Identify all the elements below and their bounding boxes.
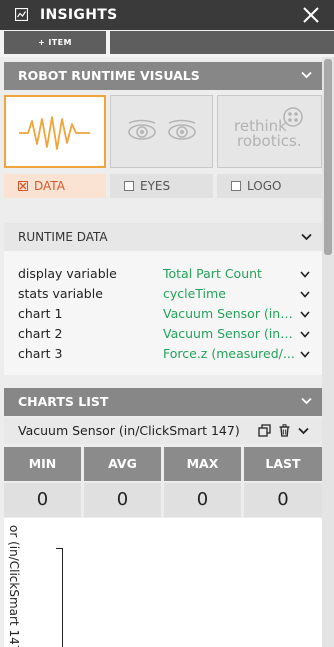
stat-value-last: 0 bbox=[244, 483, 322, 517]
window-title: INSIGHTS bbox=[40, 7, 118, 23]
runtime-key: chart 1 bbox=[18, 306, 63, 321]
runtime-row[interactable]: chart 2 Vacuum Sensor (in/ClickSmart 147… bbox=[4, 324, 322, 344]
checkbox-icon[interactable] bbox=[231, 181, 241, 191]
chevron-down-icon[interactable] bbox=[301, 397, 312, 405]
chevron-down-icon[interactable] bbox=[300, 271, 310, 278]
rethink-robotics-logo: rethink robotics. bbox=[234, 107, 303, 150]
chevron-down-icon[interactable] bbox=[301, 71, 312, 79]
robot-runtime-visuals-header[interactable]: ROBOT RUNTIME VISUALS bbox=[4, 62, 322, 90]
chevron-down-icon[interactable] bbox=[300, 331, 310, 338]
stat-header-max: MAX bbox=[164, 447, 241, 481]
copy-icon[interactable] bbox=[258, 424, 271, 437]
visual-checkbox-eyes[interactable]: EYES bbox=[110, 174, 213, 198]
visual-option-logo[interactable]: rethink robotics. bbox=[217, 95, 322, 168]
runtime-key: chart 3 bbox=[18, 346, 63, 361]
runtime-row[interactable]: stats variable cycleTime bbox=[4, 284, 322, 304]
add-item-button[interactable]: + ITEM bbox=[4, 31, 106, 54]
checked-checkbox-icon[interactable] bbox=[18, 181, 28, 191]
runtime-data-title: RUNTIME DATA bbox=[18, 230, 108, 244]
section-title: ROBOT RUNTIME VISUALS bbox=[18, 68, 200, 83]
stat-value-max: 0 bbox=[164, 483, 241, 517]
visual-checkbox-logo[interactable]: LOGO bbox=[217, 174, 322, 198]
section-title: CHARTS LIST bbox=[18, 394, 109, 409]
chart-selector[interactable]: Vacuum Sensor (in/ClickSmart 147) bbox=[4, 418, 322, 444]
runtime-key: stats variable bbox=[18, 286, 103, 301]
chart-y-axis bbox=[62, 548, 63, 647]
chart-axis-label: or (in/ClickSmart 147 bbox=[6, 525, 24, 647]
chart-area bbox=[4, 518, 322, 647]
runtime-key: display variable bbox=[18, 266, 117, 281]
panel-scrollbar[interactable] bbox=[322, 57, 334, 647]
stat-value-avg: 0 bbox=[84, 483, 161, 517]
selected-chart-name: Vacuum Sensor (in/ClickSmart 147) bbox=[18, 423, 240, 438]
eyes-icon bbox=[128, 119, 196, 140]
stat-header-last: LAST bbox=[244, 447, 322, 481]
runtime-row[interactable]: display variable Total Part Count bbox=[4, 264, 322, 284]
runtime-key: chart 2 bbox=[18, 326, 63, 341]
toolbar-slot bbox=[110, 31, 334, 54]
trash-icon[interactable] bbox=[278, 424, 291, 437]
visual-label-logo: LOGO bbox=[247, 179, 282, 193]
waveform-icon bbox=[19, 116, 90, 150]
charts-list-header[interactable]: CHARTS LIST bbox=[4, 388, 322, 416]
runtime-row[interactable]: chart 1 Vacuum Sensor (in/ClickSmart 147… bbox=[4, 304, 322, 324]
runtime-data-header[interactable]: RUNTIME DATA bbox=[4, 223, 322, 251]
scrollbar-thumb[interactable] bbox=[324, 59, 332, 255]
chevron-down-icon[interactable] bbox=[298, 427, 309, 435]
title-bar: INSIGHTS bbox=[0, 0, 334, 30]
stat-value-min: 0 bbox=[4, 483, 81, 517]
stat-header-min: MIN bbox=[4, 447, 81, 481]
toolbar: + ITEM bbox=[0, 30, 334, 57]
insights-panel-icon bbox=[15, 8, 28, 21]
runtime-value-dropdown[interactable]: Total Part Count bbox=[163, 266, 295, 281]
visual-option-data[interactable] bbox=[4, 95, 106, 168]
runtime-row[interactable]: chart 3 Force.z (measured/... bbox=[4, 344, 322, 364]
chart-y-axis-tick bbox=[56, 548, 63, 549]
chevron-down-icon[interactable] bbox=[300, 291, 310, 298]
svg-text:robotics.: robotics. bbox=[237, 132, 302, 150]
runtime-value-dropdown[interactable]: Force.z (measured/... bbox=[163, 346, 295, 361]
stat-header-avg: AVG bbox=[84, 447, 161, 481]
checkbox-icon[interactable] bbox=[124, 181, 134, 191]
visual-checkbox-data[interactable]: DATA bbox=[4, 174, 106, 198]
close-icon[interactable] bbox=[300, 4, 322, 26]
runtime-value-dropdown[interactable]: Vacuum Sensor (in/ClickSmart 147) bbox=[163, 326, 295, 341]
chevron-down-icon[interactable] bbox=[300, 311, 310, 318]
runtime-data-list: display variable Total Part Count stats … bbox=[4, 251, 322, 375]
visual-label-eyes: EYES bbox=[140, 179, 171, 193]
visual-option-eyes[interactable] bbox=[110, 95, 213, 168]
chevron-down-icon[interactable] bbox=[301, 233, 312, 241]
runtime-value-dropdown[interactable]: cycleTime bbox=[163, 286, 295, 301]
runtime-value-dropdown[interactable]: Vacuum Sensor (in/ClickSmart 147) bbox=[163, 306, 295, 321]
chevron-down-icon[interactable] bbox=[300, 351, 310, 358]
visual-label-data: DATA bbox=[34, 179, 65, 193]
chart-axis-label-text: or (in/ClickSmart 147 bbox=[7, 525, 21, 647]
